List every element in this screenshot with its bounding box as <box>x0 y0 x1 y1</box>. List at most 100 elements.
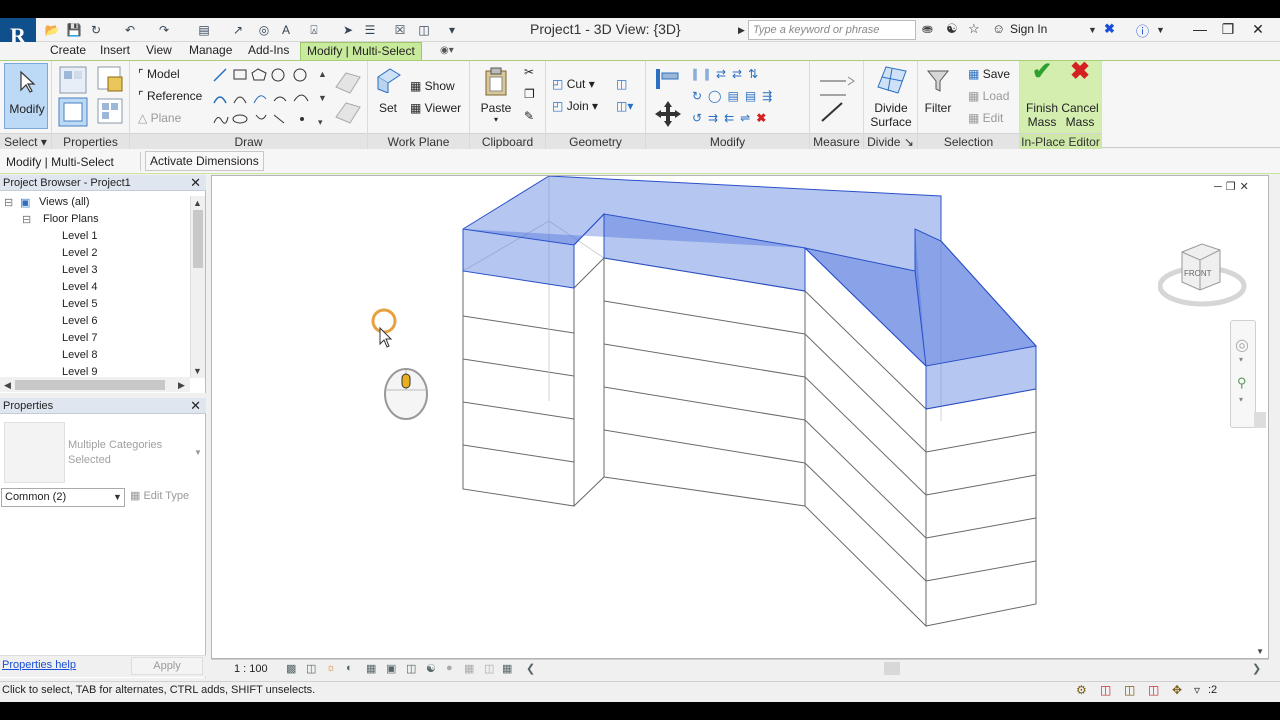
project-browser-hscroll-thumb[interactable] <box>15 380 165 390</box>
analysis-icon[interactable]: ◫ <box>484 662 494 675</box>
tree-level-item[interactable]: Level 1 <box>62 230 97 242</box>
type-properties-icon[interactable] <box>96 65 124 93</box>
wall-joins-icon[interactable]: ◫ <box>616 77 627 91</box>
cut-scissors-icon[interactable]: ✂ <box>524 65 534 79</box>
model-line-button[interactable]: ⌜ Model <box>138 67 180 81</box>
finish-mass-button[interactable]: ✔ Finish Mass <box>1022 60 1062 130</box>
view-window-controls[interactable]: ─❐✕ <box>1214 180 1253 193</box>
activate-dimensions-button[interactable]: Activate Dimensions <box>145 151 264 171</box>
scroll-right-icon[interactable]: ▶ <box>178 380 185 391</box>
properties-icon[interactable] <box>58 65 88 95</box>
temporary-hide-icon[interactable]: ☯ <box>426 662 436 675</box>
subscription-icon[interactable]: ☯ <box>946 21 958 37</box>
tab-view[interactable]: View <box>140 42 178 60</box>
properties-filter-select[interactable]: Common (2) <box>1 488 125 507</box>
tree-collapse-icon[interactable]: ⊟ <box>4 196 13 209</box>
properties-help-link[interactable]: Properties help <box>2 659 76 671</box>
render-icon[interactable]: ▦ <box>366 662 376 675</box>
show-work-plane-button[interactable]: ▦ Show <box>410 79 455 93</box>
type-selector-dropdown-icon[interactable]: ▼ <box>194 448 202 457</box>
signin-dropdown-icon[interactable]: ▼ <box>1088 25 1097 35</box>
draw-expand-icon[interactable]: ▾ <box>318 117 323 128</box>
select-underlay-icon[interactable]: ◫ <box>1124 683 1135 697</box>
modify-tools-row2[interactable]: ↻◯▤▤⇶ <box>692 89 778 103</box>
hscroll-left-icon[interactable]: ❮ <box>526 662 535 675</box>
type-selector[interactable]: Multiple Categories Selected <box>68 438 188 468</box>
close-hidden-icon[interactable]: ☒ <box>392 21 408 39</box>
tree-views-all[interactable]: Views (all) <box>39 196 90 208</box>
tree-level-item[interactable]: Level 4 <box>62 281 97 293</box>
tag-icon[interactable]: ◎ <box>256 21 272 39</box>
steering-wheel-icon[interactable]: ◎ <box>1235 335 1249 355</box>
reference-line-button[interactable]: ⌜ Reference <box>138 89 202 103</box>
open-icon[interactable]: 📂 <box>44 21 60 39</box>
form-icons[interactable] <box>332 67 362 127</box>
cancel-mass-button[interactable]: ✖ Cancel Mass <box>1060 60 1100 130</box>
thin-lines-icon[interactable]: ☰ <box>362 21 378 39</box>
divide-surface-button[interactable]: Divide Surface <box>866 65 916 129</box>
tab-create[interactable]: Create <box>44 42 92 60</box>
tab-add-ins[interactable]: Add-Ins <box>242 42 295 60</box>
cut-geometry-button[interactable]: ◰ Cut ▾ <box>552 77 595 91</box>
match-properties-icon[interactable]: ✎ <box>524 109 534 123</box>
panel-divide-title[interactable]: Divide ↘ <box>864 133 917 149</box>
restore-icon[interactable]: ❐ <box>1214 18 1242 40</box>
dimension-icon[interactable]: ↗ <box>230 21 246 39</box>
draw-scroll-up-icon[interactable]: ▲ <box>318 69 327 79</box>
switch-windows-icon[interactable]: ◫ <box>416 21 432 39</box>
zoom-dropdown-icon[interactable]: ▾ <box>1239 395 1243 404</box>
edit-type-button[interactable]: ▦ Edit Type <box>130 489 189 502</box>
nav-dropdown-icon[interactable]: ▾ <box>1239 355 1243 364</box>
tab-manage[interactable]: Manage <box>183 42 238 60</box>
split-face-icon[interactable]: ◫▾ <box>616 99 633 113</box>
tree-level-item[interactable]: Level 3 <box>62 264 97 276</box>
draw-scroll-down-icon[interactable]: ▼ <box>318 93 327 103</box>
project-browser-vscroll-thumb[interactable] <box>193 210 203 268</box>
scroll-up-icon[interactable]: ▲ <box>193 198 202 208</box>
filter-button[interactable]: Filter <box>920 65 956 127</box>
tab-modify-multi-select[interactable]: Modify | Multi-Select <box>300 42 422 60</box>
measure-qat-icon[interactable]: ▤ <box>196 21 212 39</box>
help-dropdown-icon[interactable]: ▼ <box>1156 25 1165 35</box>
viewcube-front-label[interactable]: FRONT <box>1184 269 1212 278</box>
visual-style-icon[interactable]: ◫ <box>306 662 316 675</box>
help-icon[interactable]: ⓘ <box>1136 21 1149 40</box>
tree-floor-plans[interactable]: Floor Plans <box>43 213 99 225</box>
save-icon[interactable]: 💾 <box>66 21 82 39</box>
load-selection-button[interactable]: ▦ Load <box>968 89 1009 103</box>
binoculars-icon[interactable]: ⛂ <box>922 21 933 37</box>
viewport-vscroll-thumb[interactable] <box>1254 412 1266 428</box>
favorites-star-icon[interactable]: ☆ <box>968 21 980 37</box>
temporary-view-icon[interactable]: ▦ <box>464 662 474 675</box>
join-geometry-button[interactable]: ◰ Join ▾ <box>552 99 598 113</box>
tree-collapse-icon[interactable]: ⊟ <box>22 213 31 226</box>
copy-icon[interactable]: ❐ <box>524 87 535 101</box>
viewport-hscroll-thumb[interactable] <box>884 662 900 675</box>
lock-view-icon[interactable]: ◫ <box>406 662 416 675</box>
panel-select-title[interactable]: Select ▾ <box>0 133 51 149</box>
properties-close-icon[interactable]: ✕ <box>190 398 201 414</box>
search-expand-icon[interactable]: ▶ <box>738 25 745 36</box>
set-work-plane-button[interactable]: Set <box>372 65 404 125</box>
qat-customize-icon[interactable]: ▾ <box>444 21 460 39</box>
viewcube[interactable]: FRONT <box>1158 238 1254 318</box>
measure-icon[interactable] <box>816 67 858 125</box>
move-icon[interactable] <box>652 99 684 127</box>
scroll-down-icon[interactable]: ▼ <box>1256 647 1264 656</box>
align-icon[interactable] <box>654 67 682 91</box>
undo-icon[interactable]: ↶ <box>122 21 138 39</box>
chevron-down-icon[interactable]: ▼ <box>113 492 122 502</box>
family-category-icon[interactable] <box>96 97 124 125</box>
detail-level-icon[interactable]: ▩ <box>286 662 296 675</box>
3d-view-icon[interactable]: ⍓ <box>306 21 322 39</box>
tree-level-item[interactable]: Level 2 <box>62 247 97 259</box>
select-links-icon[interactable]: ◫ <box>1100 683 1111 697</box>
tab-insert[interactable]: Insert <box>94 42 136 60</box>
drag-elements-icon[interactable]: ✥ <box>1172 683 1182 697</box>
tree-level-item[interactable]: Level 6 <box>62 315 97 327</box>
view-scale[interactable]: 1 : 100 <box>234 663 268 675</box>
draw-tools-icons[interactable] <box>212 65 322 127</box>
constraints-icon[interactable]: ▦ <box>502 662 512 675</box>
sign-in-link[interactable]: Sign In <box>1010 22 1047 36</box>
save-selection-button[interactable]: ▦ Save <box>968 67 1010 81</box>
